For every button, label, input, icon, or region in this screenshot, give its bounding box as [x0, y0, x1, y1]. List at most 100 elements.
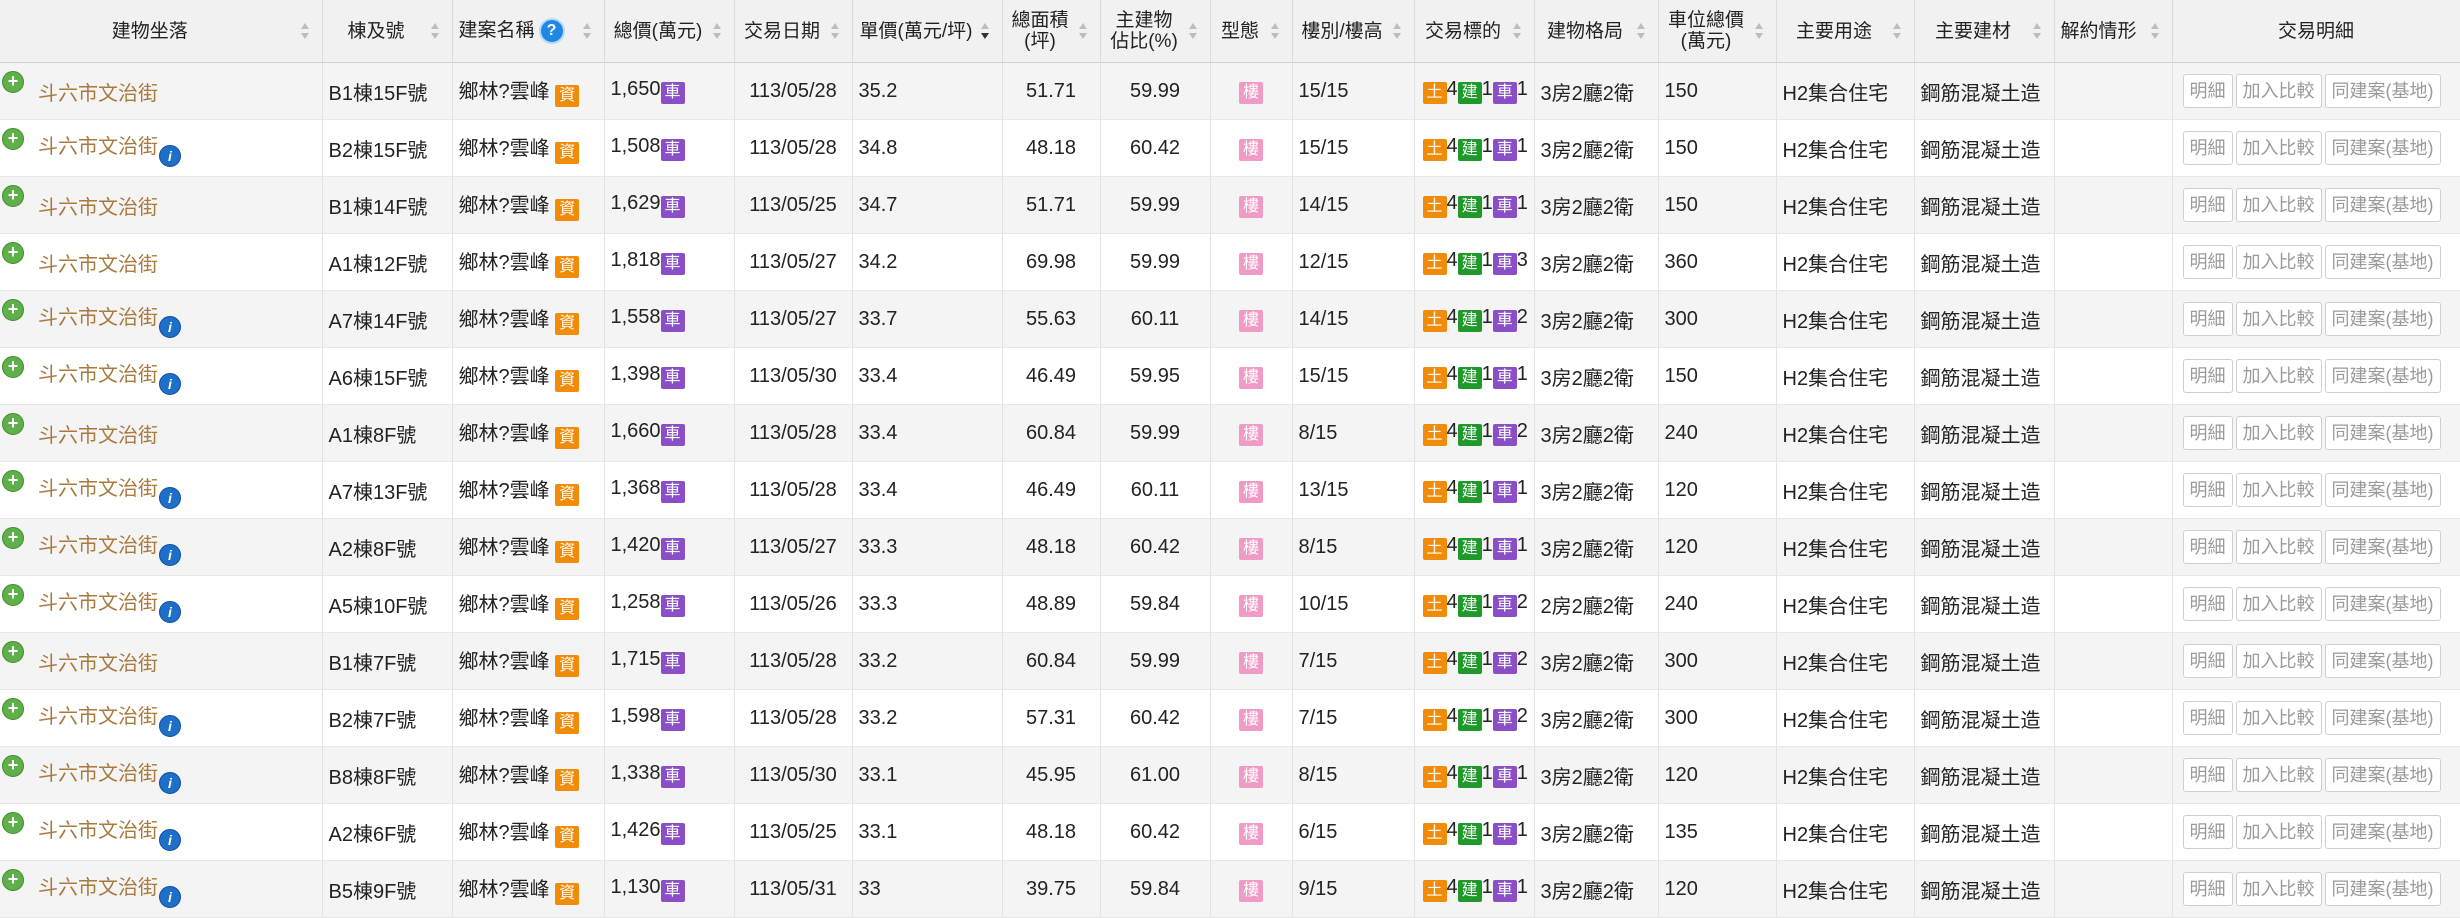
car-badge[interactable]: 車: [660, 652, 685, 674]
address-link[interactable]: 斗六市文治街: [38, 592, 158, 614]
compare-button[interactable]: 加入比較: [2235, 587, 2322, 621]
expand-plus-icon[interactable]: +: [2, 869, 24, 891]
info-badge[interactable]: 資: [555, 826, 580, 848]
expand-plus-icon[interactable]: +: [2, 128, 24, 150]
info-icon[interactable]: i: [159, 144, 181, 167]
car-badge[interactable]: 車: [660, 595, 685, 617]
col-header-cancel[interactable]: 解約情形: [2054, 0, 2173, 63]
info-badge[interactable]: 資: [555, 655, 580, 677]
info-badge[interactable]: 資: [555, 313, 580, 335]
address-link[interactable]: 斗六市文治街: [38, 364, 158, 386]
car-badge[interactable]: 車: [660, 196, 685, 218]
col-header-unit[interactable]: 棟及號: [322, 0, 453, 63]
car-badge[interactable]: 車: [660, 481, 685, 503]
info-badge[interactable]: 資: [555, 370, 580, 392]
car-badge[interactable]: 車: [660, 310, 685, 332]
expand-plus-icon[interactable]: +: [2, 584, 24, 606]
same-case-button[interactable]: 同建案(基地): [2324, 416, 2441, 450]
info-icon[interactable]: i: [159, 372, 181, 395]
address-link[interactable]: 斗六市文治街: [38, 653, 158, 675]
expand-plus-icon[interactable]: +: [2, 413, 24, 435]
compare-button[interactable]: 加入比較: [2235, 473, 2322, 507]
expand-plus-icon[interactable]: +: [2, 185, 24, 207]
col-header-case[interactable]: 建案名稱?: [452, 0, 605, 63]
expand-plus-icon[interactable]: +: [2, 641, 24, 663]
compare-button[interactable]: 加入比較: [2235, 758, 2322, 792]
col-header-area[interactable]: 總面積 (坪): [1002, 0, 1101, 63]
expand-plus-icon[interactable]: +: [2, 812, 24, 834]
info-badge[interactable]: 資: [555, 85, 580, 107]
address-link[interactable]: 斗六市文治街: [38, 307, 158, 329]
info-icon[interactable]: i: [159, 315, 181, 338]
col-header-unit-price[interactable]: 單價(萬元/坪): [852, 0, 1003, 63]
expand-plus-icon[interactable]: +: [2, 71, 24, 93]
info-icon[interactable]: i: [159, 600, 181, 623]
detail-button[interactable]: 明細: [2182, 188, 2233, 222]
col-header-material[interactable]: 主要建材: [1914, 0, 2055, 63]
address-link[interactable]: 斗六市文治街: [38, 136, 158, 158]
compare-button[interactable]: 加入比較: [2235, 416, 2322, 450]
same-case-button[interactable]: 同建案(基地): [2324, 701, 2441, 735]
same-case-button[interactable]: 同建案(基地): [2324, 530, 2441, 564]
detail-button[interactable]: 明細: [2182, 758, 2233, 792]
info-icon[interactable]: i: [159, 771, 181, 794]
same-case-button[interactable]: 同建案(基地): [2324, 359, 2441, 393]
expand-plus-icon[interactable]: +: [2, 299, 24, 321]
info-badge[interactable]: 資: [555, 598, 580, 620]
expand-plus-icon[interactable]: +: [2, 755, 24, 777]
col-header-floor[interactable]: 樓別/樓高: [1292, 0, 1415, 63]
compare-button[interactable]: 加入比較: [2235, 644, 2322, 678]
info-badge[interactable]: 資: [555, 484, 580, 506]
col-header-total[interactable]: 總價(萬元): [604, 0, 735, 63]
info-badge[interactable]: 資: [555, 769, 580, 791]
info-icon[interactable]: i: [159, 486, 181, 509]
col-header-type[interactable]: 型態: [1210, 0, 1293, 63]
detail-button[interactable]: 明細: [2182, 872, 2233, 906]
info-icon[interactable]: i: [159, 885, 181, 908]
same-case-button[interactable]: 同建案(基地): [2324, 644, 2441, 678]
info-badge[interactable]: 資: [555, 541, 580, 563]
info-icon[interactable]: i: [159, 543, 181, 566]
car-badge[interactable]: 車: [660, 139, 685, 161]
compare-button[interactable]: 加入比較: [2235, 188, 2322, 222]
info-icon[interactable]: i: [159, 828, 181, 851]
compare-button[interactable]: 加入比較: [2235, 359, 2322, 393]
car-badge[interactable]: 車: [660, 766, 685, 788]
car-badge[interactable]: 車: [660, 709, 685, 731]
compare-button[interactable]: 加入比較: [2235, 131, 2322, 165]
col-header-ratio[interactable]: 主建物 佔比(%): [1100, 0, 1211, 63]
car-badge[interactable]: 車: [660, 880, 685, 902]
same-case-button[interactable]: 同建案(基地): [2324, 302, 2441, 336]
compare-button[interactable]: 加入比較: [2235, 245, 2322, 279]
info-badge[interactable]: 資: [555, 712, 580, 734]
address-link[interactable]: 斗六市文治街: [38, 478, 158, 500]
detail-button[interactable]: 明細: [2182, 473, 2233, 507]
compare-button[interactable]: 加入比較: [2235, 530, 2322, 564]
expand-plus-icon[interactable]: +: [2, 470, 24, 492]
address-link[interactable]: 斗六市文治街: [38, 535, 158, 557]
compare-button[interactable]: 加入比較: [2235, 74, 2322, 108]
address-link[interactable]: 斗六市文治街: [38, 763, 158, 785]
compare-button[interactable]: 加入比較: [2235, 815, 2322, 849]
same-case-button[interactable]: 同建案(基地): [2324, 758, 2441, 792]
car-badge[interactable]: 車: [660, 253, 685, 275]
detail-button[interactable]: 明細: [2182, 302, 2233, 336]
expand-plus-icon[interactable]: +: [2, 527, 24, 549]
col-header-target[interactable]: 交易標的: [1414, 0, 1535, 63]
same-case-button[interactable]: 同建案(基地): [2324, 473, 2441, 507]
detail-button[interactable]: 明細: [2182, 644, 2233, 678]
car-badge[interactable]: 車: [660, 823, 685, 845]
detail-button[interactable]: 明細: [2182, 530, 2233, 564]
help-icon[interactable]: ?: [538, 18, 565, 44]
same-case-button[interactable]: 同建案(基地): [2324, 74, 2441, 108]
car-badge[interactable]: 車: [660, 367, 685, 389]
expand-plus-icon[interactable]: +: [2, 698, 24, 720]
compare-button[interactable]: 加入比較: [2235, 302, 2322, 336]
expand-plus-icon[interactable]: +: [2, 356, 24, 378]
info-badge[interactable]: 資: [555, 427, 580, 449]
same-case-button[interactable]: 同建案(基地): [2324, 245, 2441, 279]
detail-button[interactable]: 明細: [2182, 815, 2233, 849]
col-header-address[interactable]: 建物坐落: [0, 0, 323, 63]
info-icon[interactable]: i: [159, 714, 181, 737]
col-header-layout[interactable]: 建物格局: [1534, 0, 1659, 63]
